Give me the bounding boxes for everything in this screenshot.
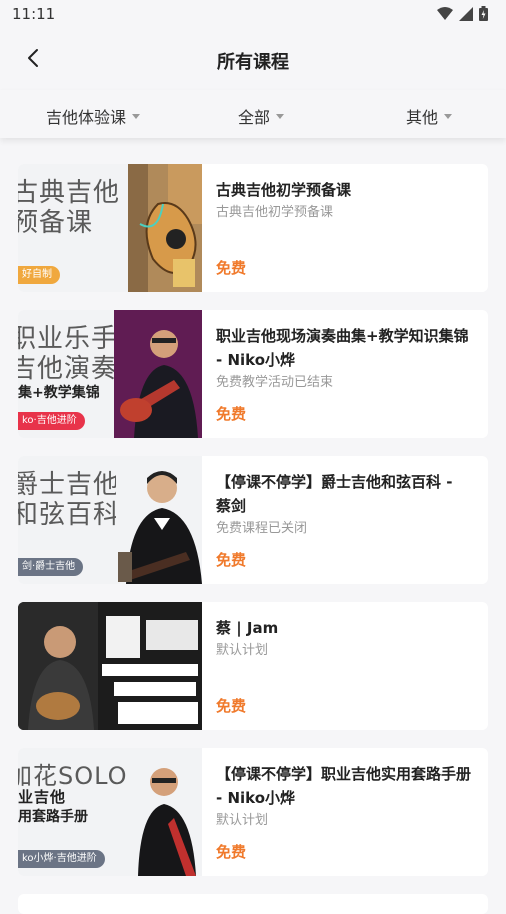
thumb-badge: ko小烨·吉他进阶 bbox=[18, 850, 105, 868]
course-price: 免费 bbox=[216, 259, 247, 277]
course-price: 免费 bbox=[216, 697, 247, 715]
course-description: 默认计划 bbox=[216, 813, 269, 828]
caret-down-icon bbox=[132, 113, 141, 119]
battery-icon bbox=[479, 6, 488, 21]
status-icons bbox=[437, 6, 488, 21]
course-title: 古典吉他初学预备课 bbox=[216, 181, 352, 199]
page-title: 所有课程 bbox=[217, 52, 289, 73]
course-card[interactable]: 职业乐手 吉他演奏 集+教学集锦 ko·吉他进阶 职业吉他现场演奏曲集+教学知识… bbox=[18, 310, 488, 438]
guitarist-photo bbox=[116, 456, 202, 584]
course-title: 【停课不停学】职业吉他实用套路手册 - Niko小烨 bbox=[216, 765, 472, 807]
course-card[interactable]: 加花SOLO 业吉他 用套路手册 ko小烨·吉他进阶 【停课不停学】职业吉他实用… bbox=[18, 748, 488, 876]
thumb-subtitle: 用套路手册 bbox=[18, 809, 88, 825]
signal-icon bbox=[459, 6, 473, 21]
course-thumbnail: 爵士吉他 和弦百科 剑·爵士吉他 bbox=[18, 456, 202, 584]
app-header: 所有课程 bbox=[0, 28, 506, 90]
thumb-title-line2: 业吉他 bbox=[18, 788, 67, 806]
filter-category-label: 吉他体验课 bbox=[46, 108, 127, 127]
course-thumbnail bbox=[18, 602, 202, 730]
status-bar: 11:11 bbox=[0, 0, 506, 28]
course-card-partial[interactable] bbox=[18, 894, 488, 914]
course-card[interactable]: 古典吉他 预备课 好自制 古典吉他初学预备课 古典吉他初学预备课 免费 bbox=[18, 164, 488, 292]
thumb-title-line2: 吉他演奏 bbox=[18, 354, 119, 384]
guitarist-photo bbox=[130, 748, 202, 876]
course-description: 免费教学活动已结束 bbox=[216, 375, 334, 390]
course-thumbnail: 职业乐手 吉他演奏 集+教学集锦 ko·吉他进阶 bbox=[18, 310, 202, 438]
course-title: 蔡 | Jam bbox=[216, 619, 279, 637]
filter-bar: 吉他体验课 全部 其他 bbox=[0, 90, 506, 138]
course-description: 免费课程已关闭 bbox=[216, 521, 308, 536]
filter-category-dropdown[interactable]: 吉他体验课 bbox=[46, 104, 141, 128]
caret-down-icon bbox=[276, 113, 285, 119]
course-card[interactable]: 爵士吉他 和弦百科 剑·爵士吉他 【停课不停学】爵士吉他和弦百科 - 蔡剑 免费… bbox=[18, 456, 488, 584]
course-thumbnail: 古典吉他 预备课 好自制 bbox=[18, 164, 202, 292]
filter-all-label: 全部 bbox=[238, 108, 271, 127]
thumb-subtitle: 集+教学集锦 bbox=[18, 385, 100, 401]
thumb-badge: 好自制 bbox=[18, 266, 60, 284]
course-title: 【停课不停学】爵士吉他和弦百科 - 蔡剑 bbox=[216, 473, 453, 515]
course-price: 免费 bbox=[216, 405, 247, 423]
course-thumbnail: 加花SOLO 业吉他 用套路手册 ko小烨·吉他进阶 bbox=[18, 748, 202, 876]
thumb-title-line2: 和弦百科 bbox=[18, 500, 121, 530]
course-description: 默认计划 bbox=[216, 643, 269, 658]
course-description: 古典吉他初学预备课 bbox=[216, 205, 334, 220]
guitar-photo bbox=[128, 164, 202, 292]
course-price: 免费 bbox=[216, 843, 247, 861]
course-title: 职业吉他现场演奏曲集+教学知识集锦 - Niko小烨 bbox=[216, 327, 469, 369]
wifi-icon bbox=[437, 6, 453, 20]
filter-other-label: 其他 bbox=[406, 108, 439, 127]
filter-all-dropdown[interactable]: 全部 bbox=[238, 104, 285, 128]
course-price: 免费 bbox=[216, 551, 247, 569]
caret-down-icon bbox=[444, 113, 453, 119]
guitarist-photo bbox=[114, 310, 202, 438]
thumb-badge: ko·吉他进阶 bbox=[18, 412, 85, 430]
thumb-title-line2: 预备课 bbox=[18, 208, 94, 238]
thumb-badge: 剑·爵士吉他 bbox=[18, 558, 84, 576]
filter-other-dropdown[interactable]: 其他 bbox=[406, 104, 453, 128]
status-time: 11:11 bbox=[12, 5, 56, 23]
jazz-poster-image bbox=[18, 602, 202, 730]
course-card[interactable]: 蔡 | Jam 默认计划 免费 bbox=[18, 602, 488, 730]
